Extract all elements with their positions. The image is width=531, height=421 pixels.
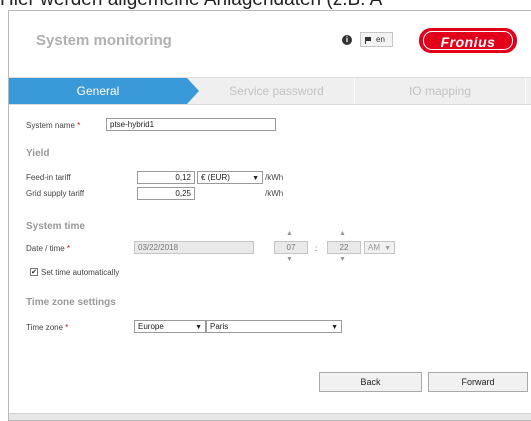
- header: System monitoring i en Fronius: [9, 11, 531, 77]
- chevron-down-icon: ▼: [195, 324, 202, 331]
- yield-heading: Yield: [26, 148, 50, 159]
- settings-window: System monitoring i en Fronius General S…: [8, 10, 531, 421]
- window-footer: [9, 413, 531, 420]
- grid-supply-unit: /kWh: [265, 189, 284, 198]
- set-time-auto-checkbox[interactable]: ✔: [30, 268, 38, 276]
- minute-input[interactable]: 22: [327, 241, 361, 254]
- language-selector[interactable]: en: [360, 32, 393, 47]
- system-name-label: System name *: [26, 121, 81, 130]
- info-icon[interactable]: i: [342, 35, 352, 45]
- page-title: System monitoring: [36, 32, 172, 49]
- hour-up-icon[interactable]: ▲: [286, 230, 293, 237]
- timezone-heading: Time zone settings: [26, 297, 116, 308]
- logo-text: Fronius: [440, 34, 496, 50]
- chevron-down-icon: ▼: [331, 324, 338, 331]
- minute-up-icon[interactable]: ▲: [339, 230, 346, 237]
- chevron-down-icon: ▼: [252, 175, 259, 182]
- chevron-down-icon: ▼: [384, 245, 391, 252]
- back-button[interactable]: Back: [319, 372, 422, 392]
- city-value: Paris: [210, 322, 229, 331]
- active-tab-arrow: [187, 78, 199, 104]
- date-input[interactable]: 03/22/2018: [134, 241, 254, 254]
- hour-input[interactable]: 07: [274, 241, 308, 254]
- language-label: en: [376, 35, 385, 44]
- page-caption: Hier werden allgemeine Anlagendaten (z.B…: [0, 0, 531, 10]
- flag-icon: [365, 37, 371, 44]
- ampm-value: AM: [368, 243, 380, 252]
- region-value: Europe: [138, 322, 164, 331]
- system-name-input[interactable]: ptse-hybrid1: [106, 118, 276, 131]
- currency-select[interactable]: € (EUR) ▼: [197, 171, 263, 184]
- set-time-auto-label: Set time automatically: [41, 268, 120, 277]
- ampm-select[interactable]: AM ▼: [364, 241, 395, 254]
- feed-in-tariff-input[interactable]: 0,12: [137, 171, 195, 184]
- tab-bar: General Service password IO mapping: [9, 77, 531, 105]
- tab-service-password[interactable]: Service password: [199, 78, 354, 104]
- date-time-label: Date / time *: [26, 244, 71, 253]
- feed-in-tariff-label: Feed-in tariff: [26, 173, 71, 182]
- region-select[interactable]: Europe ▼: [134, 320, 206, 333]
- timezone-label: Time zone *: [26, 323, 69, 332]
- grid-supply-tariff-input[interactable]: 0,25: [137, 187, 195, 200]
- currency-value: € (EUR): [201, 173, 230, 182]
- grid-supply-tariff-label: Grid supply tariff: [26, 189, 85, 198]
- hour-down-icon[interactable]: ▼: [286, 256, 293, 263]
- time-separator: :: [315, 244, 318, 253]
- feed-in-unit: /kWh: [265, 173, 284, 182]
- city-select[interactable]: Paris ▼: [206, 320, 342, 333]
- tab-general[interactable]: General: [9, 78, 187, 104]
- fronius-logo: Fronius: [419, 28, 517, 53]
- tab-io-mapping[interactable]: IO mapping: [355, 78, 525, 104]
- forward-button[interactable]: Forward: [428, 372, 528, 392]
- minute-down-icon[interactable]: ▼: [339, 256, 346, 263]
- system-time-heading: System time: [26, 221, 85, 232]
